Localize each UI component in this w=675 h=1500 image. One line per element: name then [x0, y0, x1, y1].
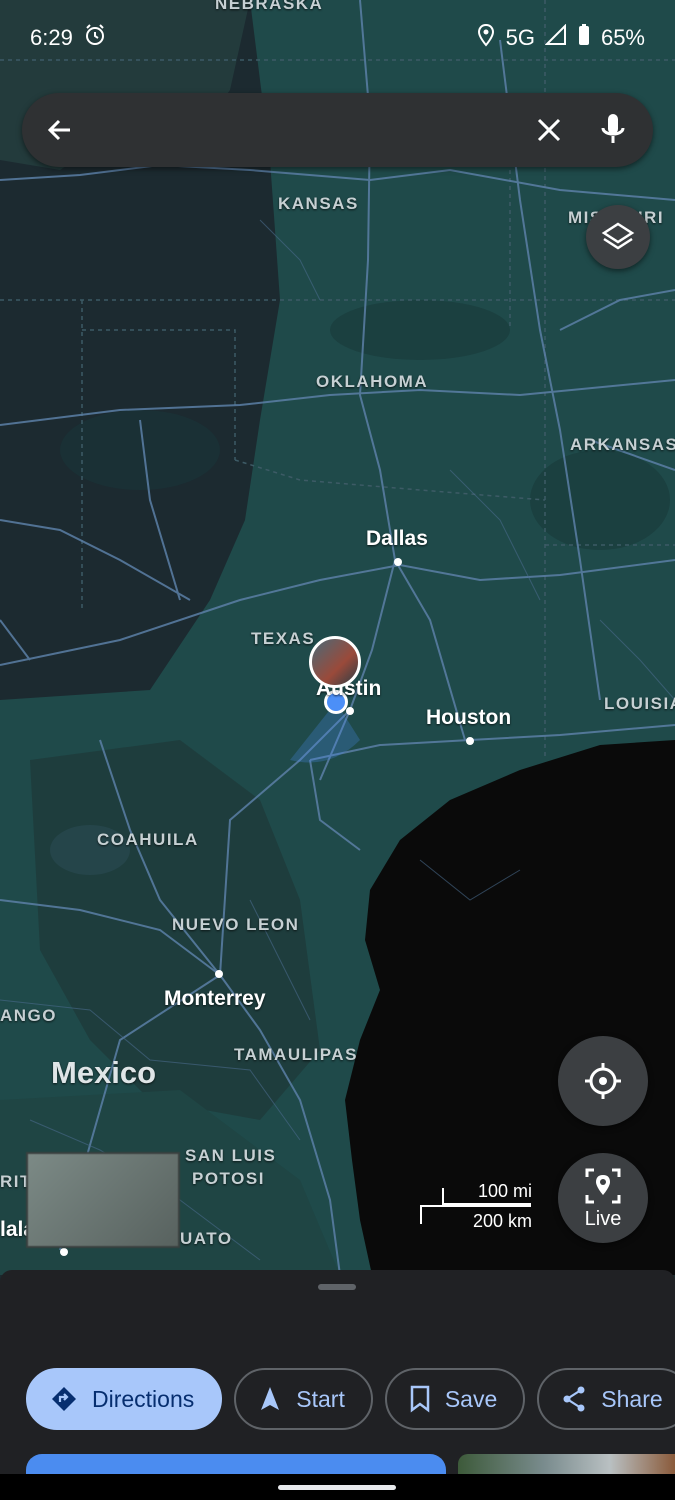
action-chips: Directions Start Save Share [26, 1368, 675, 1430]
share-icon [563, 1386, 585, 1412]
map-scale: 100 mi 200 km [416, 1180, 536, 1240]
share-button[interactable]: Share [537, 1368, 675, 1430]
map-label-tamaulipas: TAMAULIPAS [234, 1045, 358, 1064]
map-label-oklahoma: OKLAHOMA [316, 372, 429, 391]
bookmark-icon [410, 1385, 430, 1413]
signal-icon [544, 23, 567, 52]
directions-label: Directions [92, 1385, 195, 1412]
map-label-kansas: KANSAS [278, 194, 359, 213]
drag-handle[interactable] [318, 1284, 356, 1290]
battery-percent: 65% [600, 25, 645, 50]
status-bar: 6:29 5G 65% [0, 0, 675, 76]
close-icon [537, 118, 561, 142]
live-view-button[interactable]: Live [558, 1153, 648, 1243]
start-label: Start [296, 1385, 345, 1412]
search-input[interactable] [90, 104, 519, 156]
street-view-thumbnail[interactable] [26, 1152, 180, 1248]
map-label-monterrey[interactable]: Monterrey [164, 987, 266, 1011]
bottom-sheet[interactable]: Directions Start Save Share [0, 1270, 675, 1500]
map-label-nuevo-leon: NUEVO LEON [172, 915, 300, 934]
clear-search-button[interactable] [519, 100, 579, 160]
map-label-texas: TEXAS [251, 629, 316, 648]
map-label-dallas[interactable]: Dallas [366, 527, 428, 551]
navigation-arrow-icon [261, 1387, 280, 1410]
live-label: Live [584, 1207, 622, 1230]
battery-icon [577, 23, 591, 53]
map-layers-button[interactable] [586, 205, 650, 269]
microphone-icon [601, 114, 625, 143]
voice-search-button[interactable] [583, 100, 643, 160]
user-avatar-marker[interactable] [309, 636, 361, 688]
map-label-louisiana: LOUISIA [604, 694, 675, 713]
start-button[interactable]: Start [234, 1368, 373, 1430]
alarm-icon [83, 23, 107, 53]
my-location-button[interactable] [558, 1036, 648, 1126]
directions-icon [52, 1387, 76, 1411]
map-label-coahuila: COAHUILA [97, 830, 199, 849]
map-label-houston[interactable]: Houston [426, 706, 511, 730]
share-label: Share [601, 1385, 663, 1412]
map-label-arkansas: ARKANSAS [570, 435, 675, 454]
network-type: 5G [505, 25, 535, 50]
map-label-potosi: POTOSI [192, 1169, 265, 1188]
location-pin-icon [476, 23, 496, 53]
back-button[interactable] [30, 100, 90, 160]
status-time: 6:29 [30, 25, 73, 50]
live-view-icon [585, 1168, 621, 1203]
back-arrow-icon [47, 119, 70, 141]
system-nav-bar [0, 1474, 675, 1500]
map-label-durango: ANGO [0, 1006, 57, 1025]
map-label-guanajuato: UATO [180, 1229, 233, 1248]
save-label: Save [444, 1385, 498, 1412]
home-gesture-pill[interactable] [278, 1485, 396, 1490]
search-bar [22, 93, 653, 167]
save-button[interactable]: Save [384, 1368, 526, 1430]
scale-km: 200 km [472, 1211, 532, 1231]
map-label-mexico: Mexico [51, 1055, 157, 1090]
map-label-san-luis: SAN LUIS [185, 1146, 277, 1165]
directions-button[interactable]: Directions [26, 1368, 223, 1430]
layers-icon [601, 222, 635, 250]
crosshair-icon [585, 1063, 621, 1099]
scale-miles: 100 mi [477, 1181, 532, 1201]
